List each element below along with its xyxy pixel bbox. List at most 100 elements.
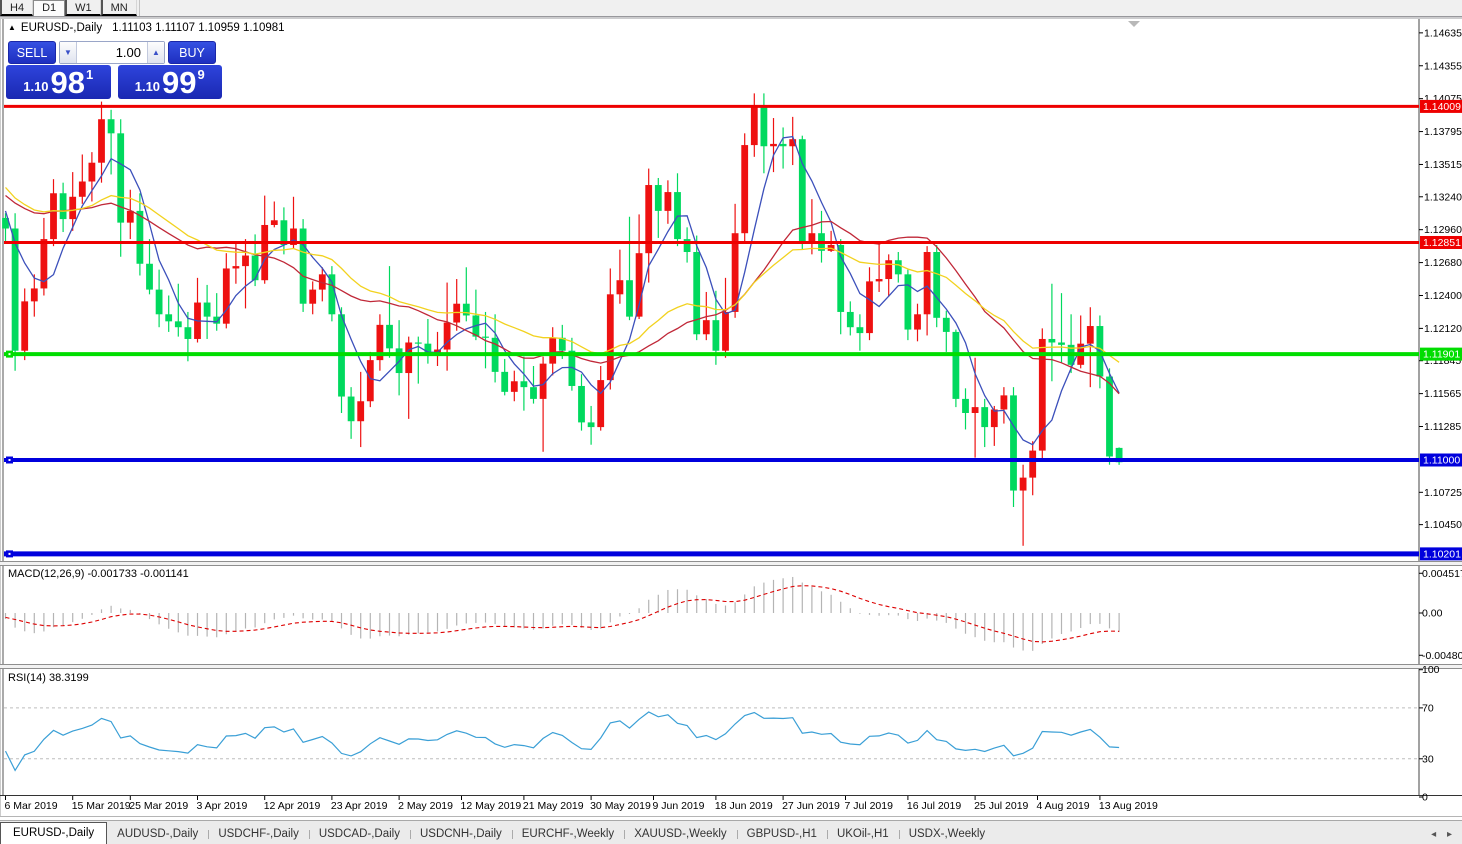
candle-body [942, 317, 950, 332]
candle-body [875, 279, 883, 282]
tab-usdcnh-daily[interactable]: USDCNH-,Daily [409, 825, 512, 844]
candle-body [347, 396, 355, 422]
tab-usdchf-daily[interactable]: USDCHF-,Daily [208, 825, 309, 844]
scroll-position-marker-icon[interactable] [1128, 21, 1140, 27]
tab-scroll-right-icon[interactable]: ▸ [1447, 829, 1452, 840]
buy-price-box[interactable]: 1.10 99 9 [117, 65, 222, 100]
rsi-panel: 100 70 30 0 [4, 664, 1440, 804]
candle-body [59, 193, 67, 220]
date-label: 27 Jun 2019 [782, 800, 840, 812]
candle-body [664, 192, 672, 211]
tab-xauusd-weekly[interactable]: XAUUSD-,Weekly [624, 825, 736, 844]
price-badge-label: 1.10201 [1423, 548, 1461, 560]
ma-fast-line [4, 135, 1120, 446]
sell-button[interactable]: SELL [8, 41, 56, 64]
price-badge-label: 1.11000 [1423, 455, 1460, 467]
candle-body [165, 314, 173, 322]
candle-body [357, 401, 365, 422]
candle-body [462, 303, 470, 316]
macd-tick-label: 0.004517 [1422, 568, 1462, 580]
tab-gbpusd-h1[interactable]: GBPUSD-,H1 [736, 825, 827, 844]
macd-indicator-label: MACD(12,26,9) -0.001733 -0.001141 [8, 568, 189, 580]
candle-body [50, 193, 57, 240]
price-tick-label: 1.11285 [1424, 421, 1461, 433]
volume-down-icon[interactable]: ▼ [60, 42, 77, 63]
candle-body [1058, 342, 1065, 345]
date-label: 15 Mar 2019 [72, 800, 131, 812]
candle-body [405, 342, 413, 374]
candle-body [760, 107, 768, 147]
candle-body [328, 274, 336, 315]
date-label: 12 May 2019 [461, 800, 522, 812]
price-tick-label: 1.13795 [1424, 126, 1462, 138]
candle-body [213, 316, 221, 324]
buy-price-big: 99 [162, 65, 197, 100]
candle-body [155, 289, 163, 315]
candle-body [750, 107, 758, 146]
macd-tick-label: -0.004806 [1422, 650, 1462, 662]
candle-body [606, 294, 614, 381]
price-tick-label: 1.12120 [1424, 323, 1462, 335]
tab-eurusd-daily[interactable]: EURUSD-,Daily [0, 822, 108, 844]
collapse-arrow-icon[interactable]: ▲ [8, 23, 16, 32]
hline-handle-dot [8, 353, 11, 356]
price-tick-label: 1.12400 [1424, 290, 1462, 302]
candle-body [1106, 376, 1113, 457]
rsi-tick-label: 100 [1422, 664, 1440, 676]
candle-body [242, 255, 249, 267]
date-label: 18 Jun 2019 [715, 800, 773, 812]
price-tick-label: 1.12960 [1424, 224, 1462, 236]
price-tick-label: 1.10725 [1424, 487, 1462, 499]
tab-usdcad-daily[interactable]: USDCAD-,Daily [308, 825, 410, 844]
chart-ohlc-values: 1.11103 1.11107 1.10959 1.10981 [112, 22, 285, 34]
tab-ukoil-h1[interactable]: UKOil-,H1 [826, 825, 899, 844]
candle-body [904, 274, 912, 330]
candle-body [971, 407, 979, 413]
candle-body [88, 162, 96, 182]
candle-body [654, 185, 662, 211]
candle-body [597, 380, 605, 428]
date-label: 16 Jul 2019 [907, 800, 961, 812]
date-label: 6 Mar 2019 [5, 800, 58, 812]
candle-body [482, 336, 489, 338]
candle-body [126, 210, 134, 223]
sell-price-prefix: 1.10 [23, 79, 49, 94]
candle-body [299, 228, 307, 304]
sell-price-box[interactable]: 1.10 98 1 [6, 65, 111, 99]
candle-body [1048, 338, 1056, 343]
price-badge-label: 1.11901 [1423, 349, 1460, 361]
candle-body [549, 337, 557, 364]
symbol-tab-bar: EURUSD-,Daily AUDUSD-,Daily USDCHF-,Daily U… [0, 820, 1462, 844]
date-label: 12 Apr 2019 [264, 800, 321, 812]
buy-button[interactable]: BUY [168, 41, 216, 64]
candle-body [184, 327, 192, 339]
hline-handle-dot [8, 459, 11, 461]
buy-price-prefix: 1.10 [134, 79, 161, 94]
price-badge-label: 1.14009 [1423, 101, 1461, 113]
candle-body [78, 181, 86, 197]
chart-title: ▲ EURUSD-,Daily 1.11103 1.11107 1.10959 1.… [8, 22, 285, 34]
candle-body [510, 381, 518, 392]
volume-stepper: ▼ 1.00 ▲ [59, 41, 165, 64]
price-badge-label: 1.12851 [1423, 237, 1461, 249]
tab-usdx-weekly[interactable]: USDX-,Weekly [898, 825, 995, 844]
tab-eurchf-weekly[interactable]: EURCHF-,Weekly [511, 825, 624, 844]
candle-body [251, 255, 259, 281]
volume-input[interactable]: 1.00 [77, 42, 147, 63]
symbol-tabs: EURUSD-,Daily AUDUSD-,Daily USDCHF-,Daily U… [0, 822, 995, 844]
rsi-tick-label: 30 [1422, 753, 1434, 765]
candle-body [107, 119, 115, 134]
tab-scroll-left-icon[interactable]: ◂ [1431, 829, 1436, 840]
candle-body [1019, 477, 1027, 491]
rsi-tick-label: 70 [1422, 702, 1434, 714]
tab-audusd-daily[interactable]: AUDUSD-,Daily [107, 825, 208, 844]
candle-body [741, 145, 749, 234]
rsi-line [4, 711, 1120, 772]
candle-body [309, 289, 317, 304]
candle-body [923, 252, 931, 315]
date-label: 4 Aug 2019 [1037, 800, 1090, 812]
volume-up-icon[interactable]: ▲ [147, 42, 164, 63]
candle-body [270, 220, 278, 225]
candle-series [2, 93, 1123, 546]
candle-body [386, 324, 393, 349]
